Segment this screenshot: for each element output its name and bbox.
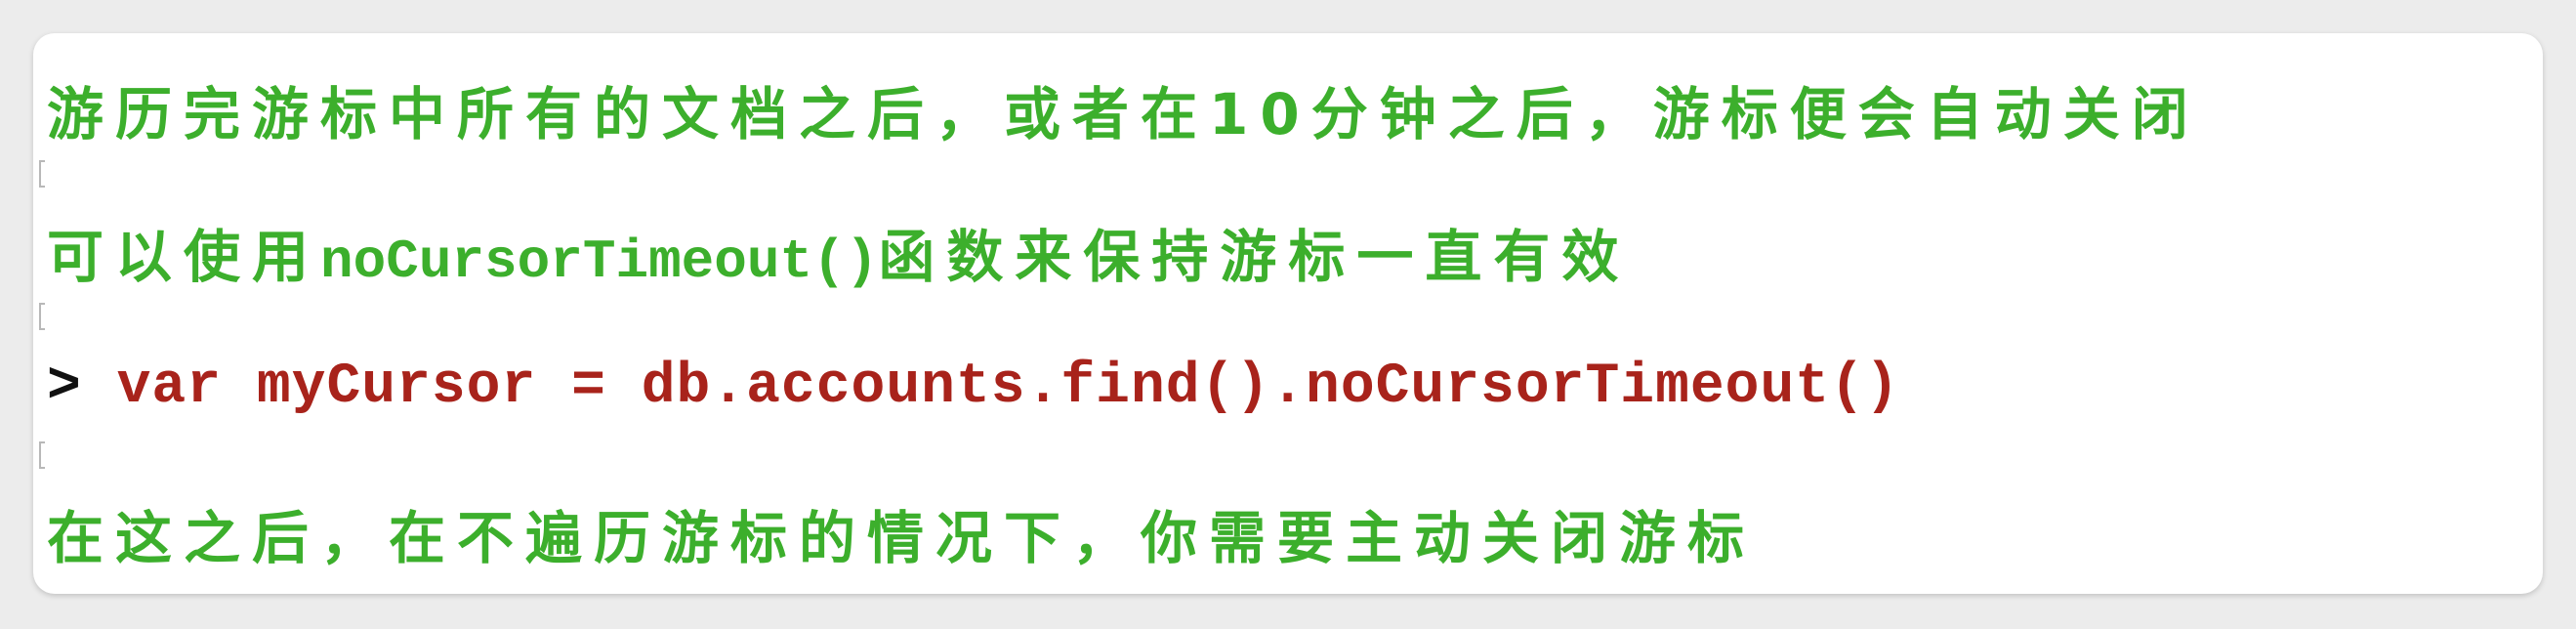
code-statement: var myCursor = db.accounts.find().noCurs… bbox=[116, 356, 1900, 419]
explanation-line-no-timeout: 可以使用noCursorTimeout()函数来保持游标一直有效 bbox=[47, 211, 1630, 293]
code-line: > var myCursor = db.accounts.find().noCu… bbox=[47, 356, 1900, 419]
slide-card: 游历完游标中所有的文档之后，或者在10分钟之后，游标便会自动关闭 可以使用noC… bbox=[33, 33, 2543, 594]
no-timeout-suffix: 函数来保持游标一直有效 bbox=[878, 224, 1631, 290]
explanation-line-auto-close: 游历完游标中所有的文档之后，或者在10分钟之后，游标便会自动关闭 bbox=[47, 68, 2200, 150]
bracket-marker bbox=[39, 160, 45, 188]
bracket-marker bbox=[39, 303, 45, 330]
no-timeout-prefix: 可以使用 bbox=[47, 224, 321, 290]
no-timeout-function-name: noCursorTimeout() bbox=[320, 231, 879, 293]
auto-close-text: 游历完游标中所有的文档之后，或者在10分钟之后，游标便会自动关闭 bbox=[47, 81, 2200, 147]
manual-close-text: 在这之后，在不遍历游标的情况下，你需要主动关闭游标 bbox=[47, 505, 1757, 571]
explanation-line-manual-close: 在这之后，在不遍历游标的情况下，你需要主动关闭游标 bbox=[47, 492, 1756, 574]
bracket-marker bbox=[39, 441, 45, 469]
shell-prompt: > bbox=[47, 356, 82, 419]
